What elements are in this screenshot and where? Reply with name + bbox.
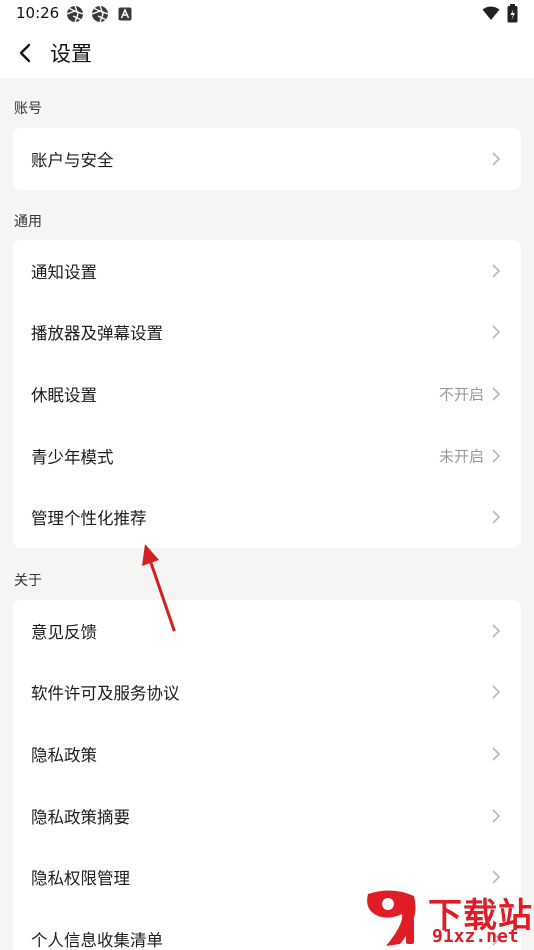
aperture-icon [66, 5, 84, 23]
general-card: 通知设置 播放器及弹幕设置 休眠设置 不开启 青少年模式 未开启 管理个性化推荐 [13, 240, 521, 548]
settings-row-feedback[interactable]: 意见反馈 [13, 600, 521, 662]
settings-row-account-security[interactable]: 账户与安全 [13, 128, 521, 190]
page-title: 设置 [50, 42, 92, 66]
chevron-right-icon [492, 325, 501, 339]
row-label: 隐私政策 [31, 745, 97, 765]
watermark-domain: 91xz.net [432, 926, 519, 947]
status-bar: 10:26 [0, 0, 534, 28]
section-label-general: 通用 [14, 214, 42, 230]
wifi-icon [482, 6, 500, 20]
settings-row-privacy-policy[interactable]: 隐私政策 [13, 723, 521, 785]
chevron-right-icon [492, 264, 501, 278]
section-label-account: 账号 [14, 101, 42, 117]
chevron-right-icon [492, 809, 501, 823]
battery-icon [507, 4, 518, 23]
chevron-right-icon [492, 510, 501, 524]
row-label: 软件许可及服务协议 [31, 684, 180, 704]
settings-row-player-danmaku[interactable]: 播放器及弹幕设置 [13, 302, 521, 364]
settings-row-privacy-summary[interactable]: 隐私政策摘要 [13, 785, 521, 847]
watermark-logo-icon [367, 890, 416, 946]
chevron-right-icon [492, 685, 501, 699]
row-label: 通知设置 [31, 262, 97, 282]
row-label: 休眠设置 [31, 385, 97, 405]
app-bar: 设置 [0, 28, 534, 78]
settings-row-personalized-recommendation[interactable]: 管理个性化推荐 [13, 486, 521, 548]
row-label: 意见反馈 [31, 622, 97, 642]
section-label-about: 关于 [14, 573, 42, 589]
row-label: 隐私政策摘要 [31, 807, 130, 827]
row-label: 青少年模式 [31, 447, 114, 467]
chevron-right-icon [492, 387, 501, 401]
chevron-right-icon [492, 747, 501, 761]
status-time: 10:26 [16, 4, 60, 22]
settings-row-sleep[interactable]: 休眠设置 不开启 [13, 363, 521, 425]
row-label: 隐私权限管理 [31, 869, 130, 889]
annotation-arrow-icon [142, 544, 176, 632]
row-value: 不开启 [438, 385, 484, 404]
row-label: 管理个性化推荐 [31, 509, 147, 529]
row-label: 播放器及弹幕设置 [31, 324, 163, 344]
aperture-icon [91, 5, 109, 23]
row-label: 账户与安全 [31, 150, 114, 170]
back-arrow-icon[interactable] [14, 41, 38, 65]
chevron-right-icon [492, 624, 501, 638]
chevron-right-icon [492, 152, 501, 166]
row-label: 个人信息收集清单 [31, 930, 163, 950]
account-card: 账户与安全 [13, 128, 521, 190]
settings-row-teen-mode[interactable]: 青少年模式 未开启 [13, 425, 521, 487]
chevron-right-icon [492, 870, 501, 884]
watermark: 下载站 91xz.net [360, 888, 534, 950]
notification-a-icon [118, 7, 132, 21]
chevron-right-icon [492, 449, 501, 463]
row-value: 未开启 [438, 447, 484, 466]
settings-row-license-agreement[interactable]: 软件许可及服务协议 [13, 662, 521, 724]
settings-row-notification[interactable]: 通知设置 [13, 240, 521, 302]
